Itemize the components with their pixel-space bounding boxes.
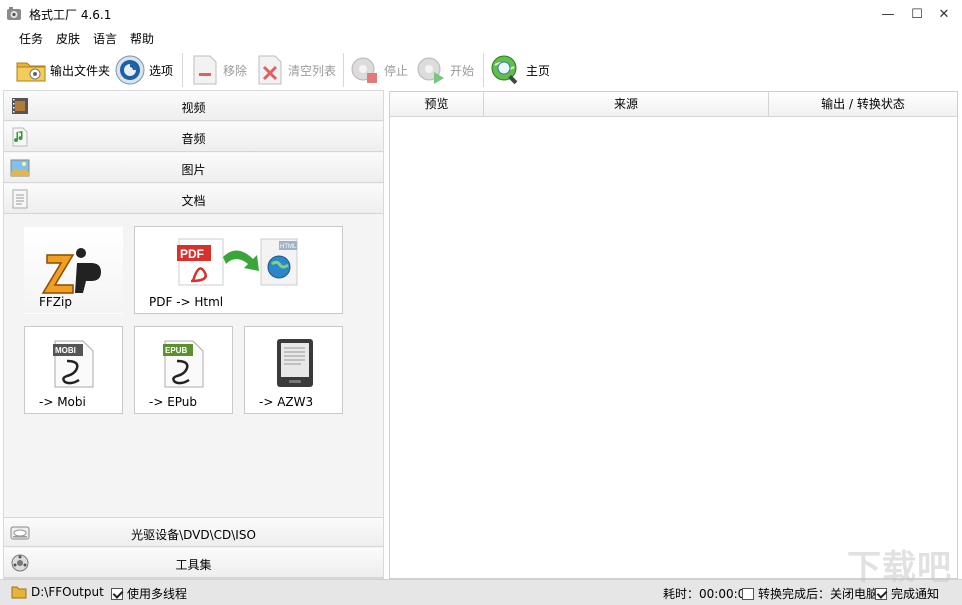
category-disc-label: 光驱设备\DVD\CD\ISO xyxy=(131,528,256,542)
multithread-checkbox[interactable] xyxy=(111,587,123,600)
home-globe-search-icon xyxy=(491,55,518,85)
tile-ffzip-label: FFZip xyxy=(39,295,72,309)
menu-help[interactable]: 帮助 xyxy=(130,30,154,47)
category-image-label: 图片 xyxy=(181,163,206,177)
options-button[interactable]: 选项 xyxy=(114,51,173,89)
clear-list-icon xyxy=(258,55,282,85)
epub-badge-text: EPUB xyxy=(165,346,187,355)
stop-label: 停止 xyxy=(384,63,409,78)
toolbar: 输出文件夹 选项 移除 清空列表 停止 开始 主页 xyxy=(0,49,962,90)
menu-skin[interactable]: 皮肤 xyxy=(56,30,80,47)
category-panel: 视频 音频 图片 文档 FFZip PDF HTML PDF -> Html M… xyxy=(3,90,384,579)
clear-list-button[interactable]: 清空列表 xyxy=(255,51,336,89)
category-audio[interactable]: 音频 xyxy=(4,122,383,152)
ffzip-logo-icon xyxy=(41,248,101,294)
app-logo-icon xyxy=(7,7,21,20)
clear-list-label: 清空列表 xyxy=(288,63,337,78)
category-document-label: 文档 xyxy=(181,194,206,208)
gear-icon xyxy=(115,55,145,85)
home-label: 主页 xyxy=(526,63,551,78)
home-button[interactable]: 主页 xyxy=(489,51,550,89)
category-video[interactable]: 视频 xyxy=(4,91,383,121)
start-button[interactable]: 开始 xyxy=(415,51,474,89)
play-icon xyxy=(417,57,444,84)
output-path[interactable]: D:\FFOutput xyxy=(11,585,104,599)
remove-button[interactable]: 移除 xyxy=(190,51,247,89)
folder-icon xyxy=(11,586,27,599)
pdf-to-html-icon: PDF HTML xyxy=(177,238,298,286)
tile-pdf-to-html[interactable]: PDF HTML PDF -> Html xyxy=(134,226,343,314)
options-label: 选项 xyxy=(149,63,174,78)
tile-epub-label: -> EPub xyxy=(149,395,198,409)
pdf-badge-text: PDF xyxy=(180,247,204,261)
category-audio-label: 音频 xyxy=(181,132,206,146)
tile-pdf-to-html-label: PDF -> Html xyxy=(149,295,224,309)
column-output-status[interactable]: 输出 / 转换状态 xyxy=(769,92,957,117)
close-button[interactable]: ✕ xyxy=(929,0,959,28)
multithread-label: 使用多线程 xyxy=(127,587,188,601)
task-list[interactable]: 预览 来源 输出 / 转换状态 xyxy=(389,91,958,579)
menu-language[interactable]: 语言 xyxy=(93,30,117,47)
remove-icon xyxy=(193,55,217,85)
tile-mobi-label: -> Mobi xyxy=(39,395,86,409)
window-title: 格式工厂 4.6.1 xyxy=(29,8,112,22)
category-image[interactable]: 图片 xyxy=(4,153,383,183)
menu-bar: 任务 皮肤 语言 帮助 xyxy=(0,28,962,47)
ereader-icon xyxy=(277,339,313,387)
category-video-label: 视频 xyxy=(181,101,206,115)
title-bar: 格式工厂 4.6.1 — ☐ ✕ xyxy=(0,0,962,28)
watermark-logo: 下载吧 xyxy=(847,548,952,588)
epub-file-icon: EPUB xyxy=(163,340,204,388)
mobi-file-icon: MOBI xyxy=(53,340,94,388)
tile-epub[interactable]: EPUB -> EPub xyxy=(134,326,233,414)
multithread-toggle[interactable]: 使用多线程 xyxy=(111,585,187,602)
category-tools[interactable]: 工具集 xyxy=(4,548,383,578)
html-badge-text: HTML xyxy=(280,244,297,250)
stop-button[interactable]: 停止 xyxy=(349,51,408,89)
column-source[interactable]: 来源 xyxy=(484,92,769,117)
elapsed-time-text: 耗时：00:00:00 xyxy=(663,587,753,601)
start-label: 开始 xyxy=(450,63,475,78)
toolbar-separator xyxy=(483,53,484,87)
category-disc[interactable]: 光驱设备\DVD\CD\ISO xyxy=(4,517,383,547)
toolbar-separator xyxy=(343,53,344,87)
category-tools-label: 工具集 xyxy=(175,558,212,572)
menu-task[interactable]: 任务 xyxy=(19,30,43,47)
elapsed-time: 耗时：00:00:00 xyxy=(663,585,753,602)
folder-icon xyxy=(16,62,46,82)
notify-checkbox[interactable] xyxy=(875,587,887,600)
mobi-badge-text: MOBI xyxy=(55,346,76,355)
after-convert-checkbox[interactable] xyxy=(742,587,754,600)
tile-azw3[interactable]: -> AZW3 xyxy=(244,326,343,414)
tile-azw3-label: -> AZW3 xyxy=(259,395,314,409)
tile-mobi[interactable]: MOBI -> Mobi xyxy=(24,326,123,414)
output-folder-button[interactable]: 输出文件夹 xyxy=(15,51,110,89)
status-bar: D:\FFOutput 使用多线程 耗时：00:00:00 转换完成后：关闭电脑… xyxy=(0,579,962,605)
remove-label: 移除 xyxy=(223,63,248,78)
toolbar-separator xyxy=(182,53,183,87)
column-preview[interactable]: 预览 xyxy=(390,92,484,117)
category-document[interactable]: 文档 xyxy=(4,184,383,214)
stop-icon xyxy=(351,57,377,83)
maximize-button[interactable]: ☐ xyxy=(902,0,932,28)
tile-ffzip[interactable]: FFZip xyxy=(24,226,123,314)
minimize-button[interactable]: — xyxy=(873,0,903,28)
output-path-text: D:\FFOutput xyxy=(31,585,104,599)
output-folder-label: 输出文件夹 xyxy=(50,63,111,78)
